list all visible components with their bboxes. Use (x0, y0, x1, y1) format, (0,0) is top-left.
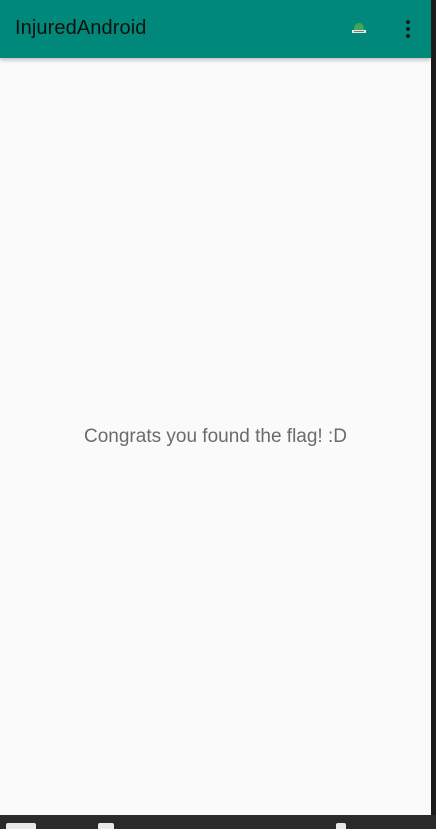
cropped-fragment (6, 823, 36, 829)
screen-edge (431, 0, 436, 815)
cropped-fragment (98, 823, 114, 829)
bottom-bar (0, 815, 436, 829)
app-title: InjuredAndroid (15, 17, 147, 39)
app-screen: InjuredAndroid Congrats you found the fl… (0, 0, 431, 815)
more-vert-icon[interactable] (397, 18, 419, 40)
cropped-fragment (336, 823, 346, 829)
hat-icon[interactable] (348, 18, 370, 40)
app-bar: InjuredAndroid (0, 0, 431, 58)
flag-found-message: Congrats you found the flag! :D (84, 426, 347, 447)
